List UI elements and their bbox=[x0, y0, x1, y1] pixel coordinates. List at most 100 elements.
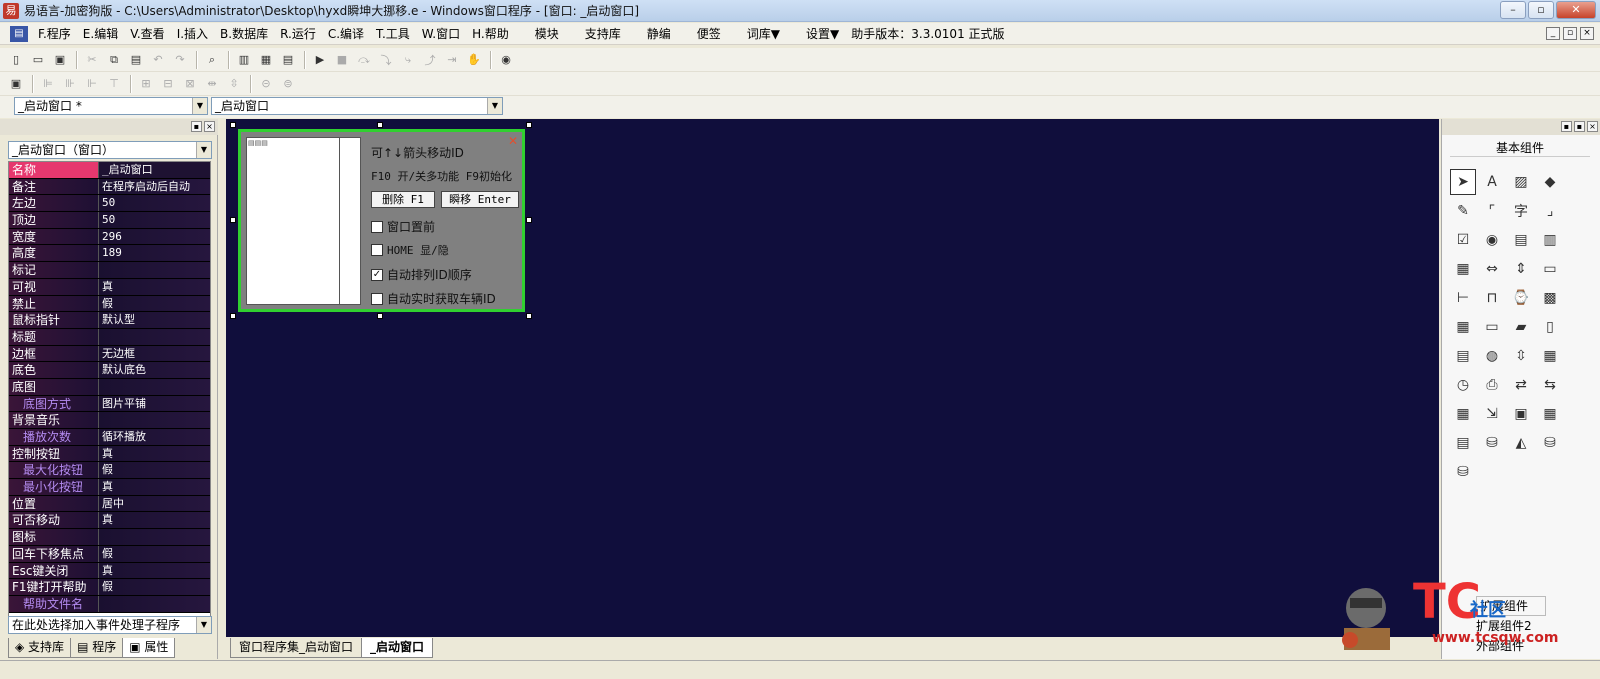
menu-tools[interactable]: T.工具 bbox=[370, 25, 416, 42]
resize-handle[interactable] bbox=[377, 313, 383, 319]
property-value[interactable]: 假 bbox=[98, 579, 210, 595]
checkbox-tool-icon[interactable]: ☑ bbox=[1450, 227, 1476, 253]
vertical-scroll-icon[interactable]: ⇕ bbox=[1508, 256, 1534, 282]
spin-tool-icon[interactable]: ⇳ bbox=[1508, 343, 1534, 369]
property-row[interactable]: 图标 bbox=[9, 529, 210, 546]
checkbox-auto-vehicle-id[interactable]: 自动实时获取车辆ID bbox=[371, 290, 496, 307]
step-over-icon[interactable]: ⤷ bbox=[398, 51, 418, 69]
delete-button[interactable]: 删除 F1 bbox=[371, 191, 435, 208]
panel-pin-button[interactable]: ▪ bbox=[191, 121, 202, 132]
menu-run[interactable]: R.运行 bbox=[274, 25, 322, 42]
redo-icon[interactable]: ↷ bbox=[170, 51, 190, 69]
resize-handle[interactable] bbox=[526, 122, 532, 128]
stop-icon[interactable]: ■ bbox=[332, 51, 352, 69]
object-selector[interactable]: _启动窗口（窗口） ▼ bbox=[8, 141, 212, 159]
calendar-tool-icon[interactable]: ▦ bbox=[1537, 343, 1563, 369]
property-row[interactable]: 边框 无边框 bbox=[9, 345, 210, 363]
shape-tool-icon[interactable]: ◆ bbox=[1537, 169, 1563, 195]
server-tool-icon[interactable]: ▦ bbox=[1450, 401, 1476, 427]
globe-tool-icon[interactable]: ◍ bbox=[1479, 343, 1505, 369]
run-to-cursor-icon[interactable]: ⇥ bbox=[442, 51, 462, 69]
basic-components-title[interactable]: 基本组件 bbox=[1450, 139, 1590, 157]
event-selector[interactable]: 在此处选择加入事件处理子程序 ▼ bbox=[8, 616, 212, 634]
network-tool-icon[interactable]: ⇄ bbox=[1508, 372, 1534, 398]
chevron-down-icon[interactable]: ▼ bbox=[196, 617, 211, 633]
chart-tool-icon[interactable]: ◭ bbox=[1508, 430, 1534, 456]
step-out-icon[interactable]: ⤴ bbox=[420, 51, 440, 69]
data-provider-icon[interactable]: ▤ bbox=[1450, 430, 1476, 456]
property-row[interactable]: 标题 bbox=[9, 328, 210, 346]
property-row[interactable]: 禁止假 bbox=[9, 295, 210, 313]
maximize-button[interactable]: ▫ bbox=[1528, 1, 1554, 19]
property-value[interactable] bbox=[98, 529, 210, 545]
property-row[interactable]: F1键打开帮助假 bbox=[9, 579, 210, 596]
property-value[interactable]: 真 bbox=[98, 512, 210, 529]
property-value[interactable]: 默认型 bbox=[98, 312, 210, 328]
menu-thesaurus[interactable]: 词库▼ bbox=[741, 25, 786, 42]
resize-handle[interactable] bbox=[230, 122, 236, 128]
close-button[interactable]: ✕ bbox=[1556, 1, 1596, 19]
align-right-icon[interactable]: ⊩ bbox=[82, 75, 102, 93]
property-value[interactable]: 假 bbox=[98, 295, 210, 312]
timer-tool-icon[interactable]: ◷ bbox=[1450, 372, 1476, 398]
clock-tool-icon[interactable]: ⌚ bbox=[1508, 285, 1534, 311]
progress-bar-icon[interactable]: ▭ bbox=[1537, 256, 1563, 282]
menu-program[interactable]: F.程序 bbox=[32, 25, 77, 42]
property-row[interactable]: 背景音乐 bbox=[9, 412, 210, 429]
step-into-icon[interactable]: ⤵ bbox=[376, 51, 396, 69]
binoculars-icon[interactable]: ◉ bbox=[496, 51, 516, 69]
menu-settings[interactable]: 设置▼ bbox=[800, 25, 845, 42]
odbc-tool-icon[interactable]: ⛁ bbox=[1537, 430, 1563, 456]
open-folder-icon[interactable]: ▭ bbox=[28, 51, 48, 69]
property-row[interactable]: 帮助文件名 bbox=[9, 595, 210, 613]
property-row[interactable]: 可否移动真 bbox=[9, 512, 210, 530]
find-icon[interactable]: ⌕ bbox=[202, 51, 222, 69]
property-row[interactable]: 鼠标指针 默认型 bbox=[9, 312, 210, 329]
tab-control-icon[interactable]: ⊓ bbox=[1479, 285, 1505, 311]
property-row[interactable]: Esc键关闭真 bbox=[9, 562, 210, 580]
panel-close-button[interactable]: × bbox=[1587, 121, 1598, 132]
property-value[interactable] bbox=[98, 328, 210, 345]
combo-box-icon[interactable]: ▤ bbox=[1508, 227, 1534, 253]
checkmark-icon[interactable]: ✓ bbox=[371, 268, 383, 281]
minimize-button[interactable]: – bbox=[1500, 1, 1526, 19]
property-row[interactable]: 回车下移焦点假 bbox=[9, 545, 210, 563]
network-client-icon[interactable]: ⇆ bbox=[1537, 372, 1563, 398]
menu-insert[interactable]: I.插入 bbox=[171, 25, 214, 42]
tab-properties[interactable]: ▣ 属性 bbox=[122, 638, 176, 658]
property-value[interactable]: 真 bbox=[98, 479, 210, 495]
list-box-icon[interactable]: ▥ bbox=[1537, 227, 1563, 253]
property-value[interactable]: 居中 bbox=[98, 495, 210, 512]
menu-notes[interactable]: 便签 bbox=[691, 25, 727, 42]
property-row[interactable]: 最大化按钮假 bbox=[9, 462, 210, 480]
property-value[interactable]: 189 bbox=[98, 245, 210, 262]
checkbox-home-toggle[interactable]: HOME 显/隐 bbox=[371, 242, 449, 258]
property-row[interactable]: 高度 189 bbox=[9, 245, 210, 263]
property-value[interactable]: 50 bbox=[98, 212, 210, 228]
data-grid-icon[interactable]: ▦ bbox=[1537, 401, 1563, 427]
property-row[interactable]: 最小化按钮真 bbox=[9, 479, 210, 496]
property-row[interactable]: 底图 bbox=[9, 378, 210, 396]
tab-program[interactable]: ▤ 程序 bbox=[70, 638, 124, 658]
tab-support-library[interactable]: ◈ 支持库 bbox=[8, 638, 72, 658]
button-tool-icon[interactable]: ▭ bbox=[1479, 314, 1505, 340]
slider-bar-icon[interactable]: ⊢ bbox=[1450, 285, 1476, 311]
property-value[interactable] bbox=[98, 378, 210, 395]
same-size-icon[interactable]: ⊠ bbox=[180, 75, 200, 93]
folder-tool-icon[interactable]: ▰ bbox=[1508, 314, 1534, 340]
property-value[interactable]: 真 bbox=[98, 278, 210, 295]
property-row[interactable]: 备注 在程序启动后自动 bbox=[9, 178, 210, 196]
paste-icon[interactable]: ▤ bbox=[126, 51, 146, 69]
menu-compile[interactable]: C.编译 bbox=[322, 25, 370, 42]
property-value[interactable]: 在程序启动后自动 bbox=[98, 178, 210, 195]
center-vertical-icon[interactable]: ⊜ bbox=[278, 75, 298, 93]
layout-panel-icon[interactable]: ▥ bbox=[234, 51, 254, 69]
property-row[interactable]: 宽度 296 bbox=[9, 228, 210, 246]
printer-tool-icon[interactable]: ⎙ bbox=[1479, 372, 1505, 398]
menu-database[interactable]: B.数据库 bbox=[214, 25, 274, 42]
property-row[interactable]: 顶边 50 bbox=[9, 212, 210, 229]
property-value[interactable]: 真 bbox=[98, 562, 210, 579]
menu-edit[interactable]: E.编辑 bbox=[77, 25, 124, 42]
undo-icon[interactable]: ↶ bbox=[148, 51, 168, 69]
space-vertical-icon[interactable]: ⇳ bbox=[224, 75, 244, 93]
